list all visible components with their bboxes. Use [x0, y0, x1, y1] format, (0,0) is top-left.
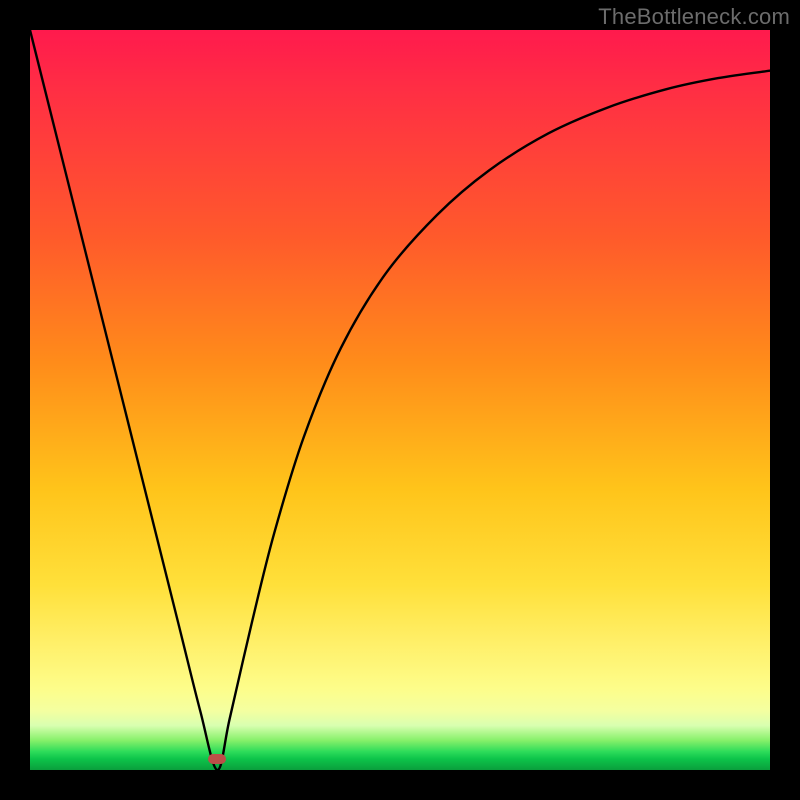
chart-frame: TheBottleneck.com — [0, 0, 800, 800]
watermark-text: TheBottleneck.com — [598, 4, 790, 30]
curve-path — [30, 30, 770, 770]
plot-area — [30, 30, 770, 770]
bottleneck-curve — [30, 30, 770, 770]
minimum-marker — [208, 754, 226, 764]
